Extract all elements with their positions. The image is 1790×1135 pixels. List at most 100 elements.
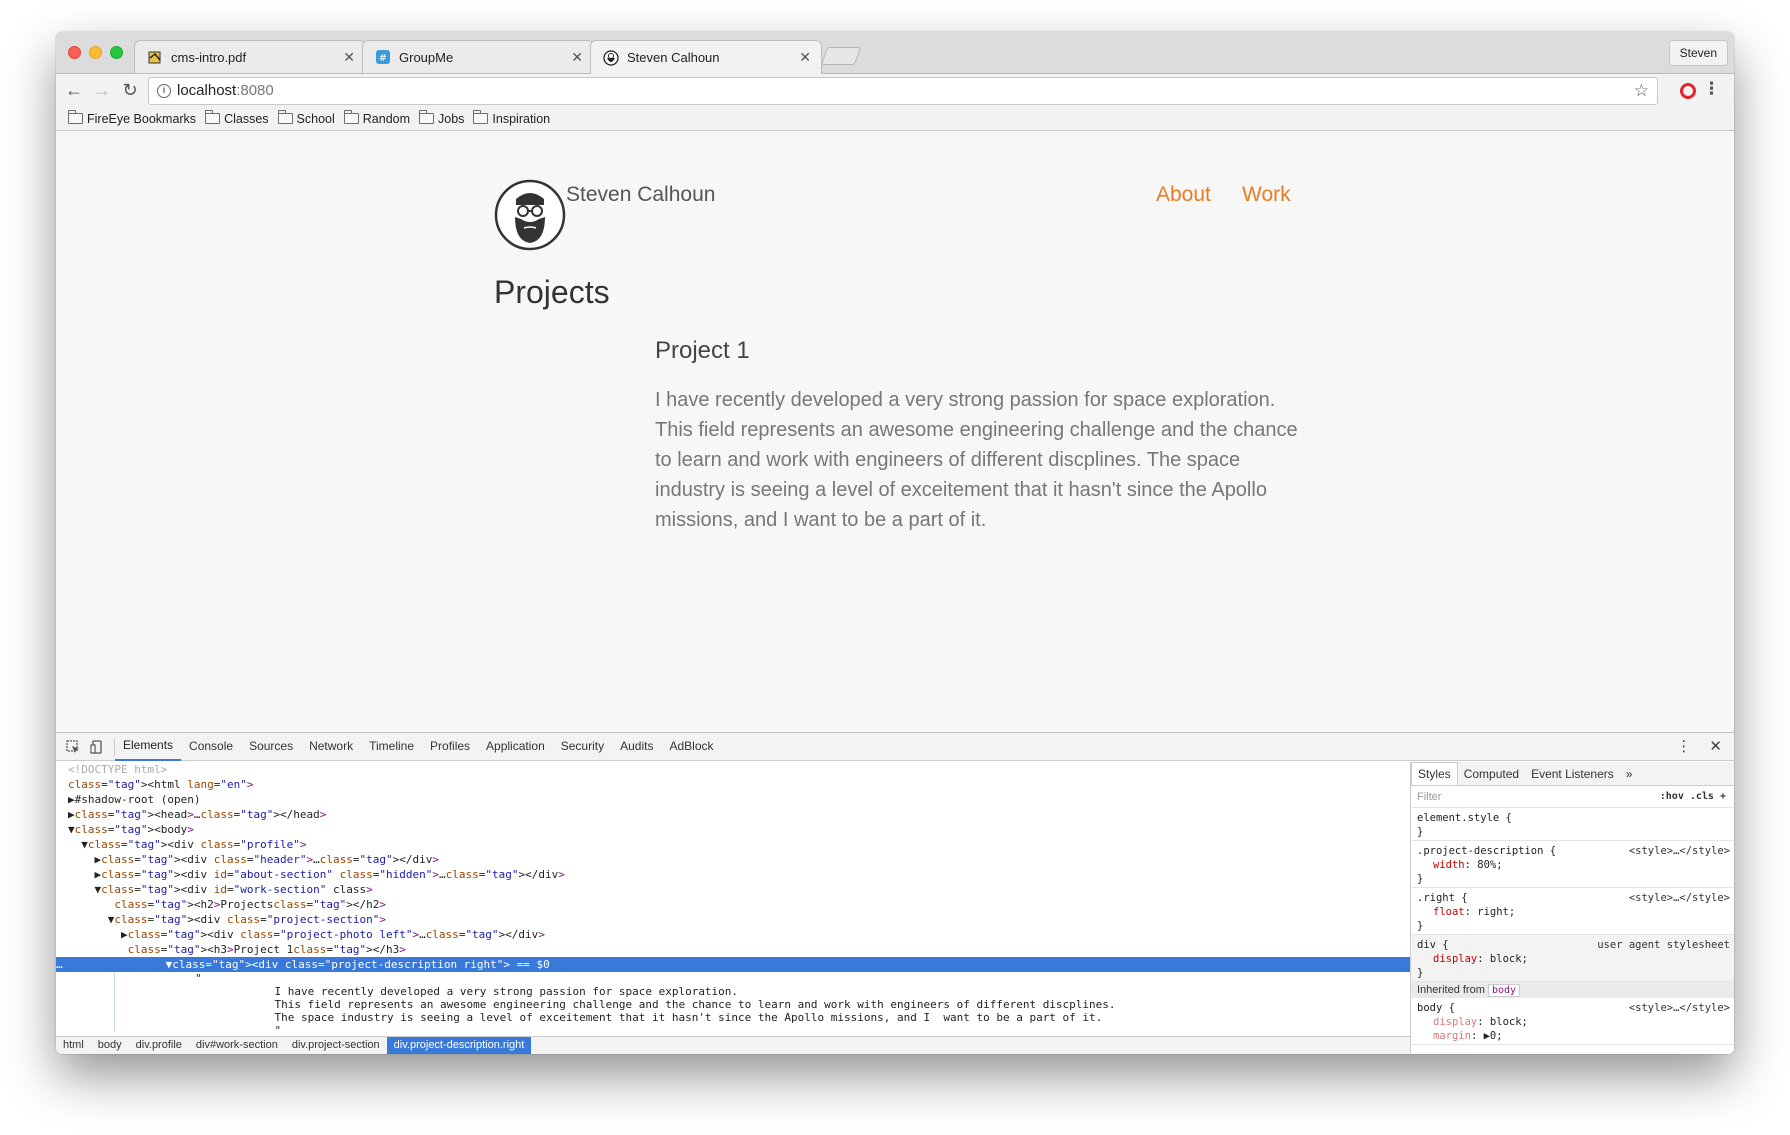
- rule-property[interactable]: float: right;: [1417, 905, 1728, 919]
- svg-text:#: #: [379, 53, 387, 64]
- nav-link-work[interactable]: Work: [1242, 183, 1291, 207]
- dom-node[interactable]: class="tag"><html lang="en">: [56, 777, 1410, 792]
- rule-property[interactable]: margin: ▶0;: [1417, 1029, 1728, 1043]
- inherited-element[interactable]: body: [1487, 984, 1521, 997]
- rule-property[interactable]: display: block;: [1417, 1015, 1728, 1029]
- tab-adblock[interactable]: AdBlock: [661, 733, 721, 760]
- dom-node[interactable]: ▼class="tag"><div class="profile">: [56, 837, 1410, 852]
- opera-extension-icon[interactable]: [1680, 83, 1696, 99]
- zoom-window-button[interactable]: [110, 46, 123, 59]
- page-title: Projects: [494, 274, 610, 310]
- dom-tree: <!DOCTYPE html> class="tag"><html lang="e…: [56, 762, 1410, 1032]
- rule-source[interactable]: <style>…</style>: [1629, 891, 1730, 905]
- close-icon[interactable]: ✕: [1709, 737, 1722, 755]
- dom-node[interactable]: ▶#shadow-root (open): [56, 792, 1410, 807]
- tab-styles[interactable]: Styles: [1411, 762, 1458, 785]
- folder-icon: [205, 110, 221, 124]
- style-rule[interactable]: .project-description {<style>…</style> wi…: [1411, 841, 1734, 888]
- tab-elements[interactable]: Elements: [115, 732, 182, 761]
- star-icon[interactable]: ☆: [1634, 78, 1649, 104]
- minimize-window-button[interactable]: [89, 46, 102, 59]
- text-node-line: The space industry is seeing a level of …: [195, 1011, 1103, 1024]
- rule-close: }: [1417, 967, 1424, 979]
- tab-event-listeners[interactable]: Event Listeners: [1525, 763, 1620, 785]
- bookmark-jobs[interactable]: Jobs: [419, 110, 464, 126]
- rule-source[interactable]: <style>…</style>: [1629, 1001, 1730, 1015]
- bookmark-school[interactable]: School: [277, 110, 335, 126]
- breadcrumb-item[interactable]: div.profile: [129, 1037, 189, 1054]
- pdf-icon: [148, 51, 161, 64]
- folder-icon: [419, 110, 435, 124]
- forward-arrow-icon[interactable]: →: [90, 78, 114, 102]
- close-icon[interactable]: ✕: [571, 49, 583, 66]
- dom-node[interactable]: class="tag"><h3>Project 1class="tag"></h…: [56, 942, 1410, 957]
- tab-audits[interactable]: Audits: [612, 733, 661, 760]
- breadcrumb-item-active[interactable]: div.project-description.right: [386, 1037, 532, 1054]
- rule-source[interactable]: user agent stylesheet: [1597, 938, 1730, 952]
- tab-computed[interactable]: Computed: [1458, 763, 1525, 785]
- dom-text-node[interactable]: " I have recently developed a very stron…: [114, 972, 1410, 1032]
- dom-node[interactable]: ▶class="tag"><div class="header">…class=…: [56, 852, 1410, 867]
- close-icon[interactable]: ✕: [799, 49, 811, 66]
- address-bar[interactable]: i localhost:8080 ☆: [148, 77, 1658, 105]
- new-tab-button[interactable]: [820, 47, 862, 65]
- style-rule[interactable]: div {user agent stylesheet display: block…: [1411, 935, 1734, 982]
- dom-node[interactable]: ▼class="tag"><div id="work-section" clas…: [56, 882, 1410, 897]
- breadcrumb-item[interactable]: body: [91, 1037, 129, 1054]
- close-window-button[interactable]: [68, 46, 81, 59]
- filter-tools[interactable]: :hov .cls +: [1660, 791, 1726, 802]
- tab-cms-intro[interactable]: cms-intro.pdf ✕: [134, 40, 366, 73]
- dom-node[interactable]: class="tag"><h2>Projectsclass="tag"></h2…: [56, 897, 1410, 912]
- tab-groupme[interactable]: # GroupMe ✕: [362, 40, 594, 73]
- tab-timeline[interactable]: Timeline: [361, 733, 422, 760]
- dom-node[interactable]: ▶class="tag"><head>…class="tag"></head>: [56, 807, 1410, 822]
- more-options-icon[interactable]: ⋮: [1676, 737, 1691, 755]
- style-rule[interactable]: element.style {}: [1411, 808, 1734, 841]
- dom-node[interactable]: ▶class="tag"><div id="about-section" cla…: [56, 867, 1410, 882]
- dom-node[interactable]: ▶class="tag"><div class="project-photo l…: [56, 927, 1410, 942]
- dom-node-selected[interactable]: … ▼class="tag"><div class="project-descr…: [56, 957, 1410, 972]
- profile-button[interactable]: Steven: [1668, 40, 1728, 66]
- bookmark-random[interactable]: Random: [343, 110, 410, 126]
- rule-property[interactable]: display: block;: [1417, 952, 1728, 966]
- styles-filter-input[interactable]: Filter :hov .cls +: [1411, 786, 1734, 808]
- close-icon[interactable]: ✕: [343, 49, 355, 66]
- tab-sources[interactable]: Sources: [241, 733, 301, 760]
- devtools-panel: Elements Console Sources Network Timelin…: [56, 732, 1734, 1054]
- bookmark-inspiration[interactable]: Inspiration: [473, 110, 550, 126]
- tab-security[interactable]: Security: [553, 733, 612, 760]
- chevron-right-icon[interactable]: »: [1620, 763, 1639, 785]
- rule-close: }: [1417, 873, 1424, 885]
- text-node-line: ": [195, 1024, 282, 1032]
- breadcrumb-item[interactable]: div#work-section: [189, 1037, 285, 1054]
- style-rules: element.style {} .project-description {<s…: [1411, 808, 1734, 982]
- rule-property[interactable]: width: 80%;: [1417, 858, 1728, 872]
- style-rule[interactable]: body {<style>…</style> display: block; mar…: [1411, 998, 1734, 1045]
- tab-application[interactable]: Application: [478, 733, 553, 760]
- bookmark-classes[interactable]: Classes: [205, 110, 269, 126]
- breadcrumb-item[interactable]: html: [56, 1037, 91, 1054]
- tab-console[interactable]: Console: [181, 733, 241, 760]
- dom-node[interactable]: ▼class="tag"><body>: [56, 822, 1410, 837]
- bookmark-fireeye[interactable]: FireEye Bookmarks: [68, 110, 197, 126]
- nav-link-about[interactable]: About: [1156, 183, 1211, 207]
- style-rule-body: body {<style>…</style> display: block; mar…: [1411, 998, 1734, 1045]
- rule-source[interactable]: <style>…</style>: [1629, 844, 1730, 858]
- dom-node[interactable]: ▼class="tag"><div class="project-section…: [56, 912, 1410, 927]
- dom-node[interactable]: <!DOCTYPE html>: [56, 762, 1410, 777]
- device-toolbar-icon[interactable]: [90, 739, 104, 754]
- inspect-element-icon[interactable]: [66, 739, 80, 754]
- browser-window: cms-intro.pdf ✕ # GroupMe ✕ Steven Calho…: [56, 32, 1734, 1054]
- bookmark-label: FireEye Bookmarks: [87, 111, 197, 126]
- tab-network[interactable]: Network: [301, 733, 361, 760]
- reload-icon[interactable]: ↻: [118, 78, 142, 102]
- tab-steven-calhoun[interactable]: Steven Calhoun ✕: [590, 40, 822, 74]
- style-rule[interactable]: .right {<style>…</style> float: right;}: [1411, 888, 1734, 935]
- back-arrow-icon[interactable]: ←: [62, 78, 86, 102]
- site-brand-name[interactable]: Steven Calhoun: [566, 183, 715, 207]
- devtools-tabbar: Elements Console Sources Network Timelin…: [56, 733, 1734, 761]
- info-icon[interactable]: i: [157, 84, 171, 98]
- breadcrumb-item[interactable]: div.project-section: [285, 1037, 387, 1054]
- more-menu-icon[interactable]: ⋮: [1703, 79, 1720, 99]
- tab-profiles[interactable]: Profiles: [422, 733, 478, 760]
